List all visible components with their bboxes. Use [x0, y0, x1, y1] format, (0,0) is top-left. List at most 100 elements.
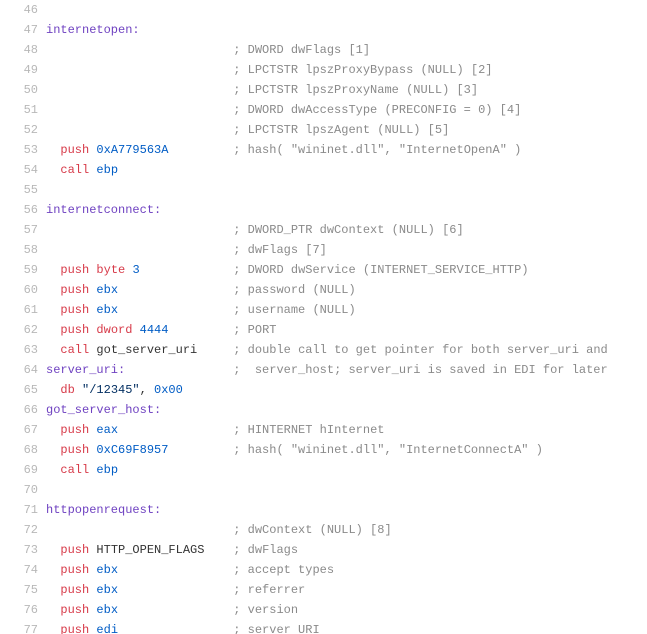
token-inst: push [60, 423, 89, 437]
token-space: , [140, 383, 154, 397]
line-number: 70 [0, 480, 46, 500]
token-comment: ; HINTERNET hInternet [233, 423, 384, 437]
token-num: 0xC69F8957 [96, 443, 168, 457]
token-comment: ; username (NULL) [233, 303, 355, 317]
token-space [46, 563, 60, 577]
token-comment: ; DWORD dwAccessType (PRECONFIG = 0) [4] [233, 103, 521, 117]
token-comment: ; dwFlags [7] [233, 243, 327, 257]
token-reg: edi [96, 623, 118, 634]
token-inst: push [60, 623, 89, 634]
code-content: push 0xC69F8957 ; hash( "wininet.dll", "… [46, 440, 647, 460]
code-line: 46 [0, 0, 647, 20]
token-comment: ; DWORD dwFlags [1] [233, 43, 370, 57]
token-ident: HTTP_OPEN_FLAGS [96, 543, 204, 557]
token-num: 3 [132, 263, 139, 277]
code-content: push edi ; server URI [46, 620, 647, 634]
code-line: 57 ; DWORD_PTR dwContext (NULL) [6] [0, 220, 647, 240]
line-number: 64 [0, 360, 46, 380]
code-content: db "/12345", 0x00 [46, 380, 647, 400]
code-line: 50 ; LPCTSTR lpszProxyName (NULL) [3] [0, 80, 647, 100]
token-space [46, 603, 60, 617]
code-content: ; dwFlags [7] [46, 240, 647, 260]
code-content: push ebx ; password (NULL) [46, 280, 647, 300]
code-block: 4647internetopen:48 ; DWORD dwFlags [1]4… [0, 0, 647, 634]
code-content: ; DWORD_PTR dwContext (NULL) [6] [46, 220, 647, 240]
code-line: 53 push 0xA779563A ; hash( "wininet.dll"… [0, 140, 647, 160]
code-line: 65 db "/12345", 0x00 [0, 380, 647, 400]
token-space [46, 423, 60, 437]
token-space [46, 143, 60, 157]
code-line: 62 push dword 4444 ; PORT [0, 320, 647, 340]
code-line: 69 call ebp [0, 460, 647, 480]
line-number: 61 [0, 300, 46, 320]
code-content: push HTTP_OPEN_FLAGS ; dwFlags [46, 540, 647, 560]
code-content: push byte 3 ; DWORD dwService (INTERNET_… [46, 260, 647, 280]
token-label: internetopen: [46, 23, 140, 37]
token-label: server_uri: [46, 363, 125, 377]
code-content: call ebp [46, 160, 647, 180]
line-number: 77 [0, 620, 46, 634]
token-str: "/12345" [82, 383, 140, 397]
token-space [46, 343, 60, 357]
line-number: 72 [0, 520, 46, 540]
line-number: 56 [0, 200, 46, 220]
token-space [46, 463, 60, 477]
code-line: 66got_server_host: [0, 400, 647, 420]
token-label: got_server_host: [46, 403, 161, 417]
token-reg: ebp [96, 163, 118, 177]
code-line: 58 ; dwFlags [7] [0, 240, 647, 260]
line-number: 57 [0, 220, 46, 240]
line-number: 65 [0, 380, 46, 400]
token-comment: ; referrer [233, 583, 305, 597]
code-line: 51 ; DWORD dwAccessType (PRECONFIG = 0) … [0, 100, 647, 120]
code-line: 75 push ebx ; referrer [0, 580, 647, 600]
code-content: server_uri: ; server_host; server_uri is… [46, 360, 647, 380]
line-number: 46 [0, 0, 46, 20]
code-content: push ebx ; version [46, 600, 647, 620]
token-inst: call [60, 463, 89, 477]
token-space [46, 583, 60, 597]
token-comment: ; DWORD dwService (INTERNET_SERVICE_HTTP… [233, 263, 528, 277]
token-inst: push [60, 563, 89, 577]
token-comment: ; LPCTSTR lpszProxyName (NULL) [3] [233, 83, 478, 97]
token-space [132, 323, 139, 337]
token-comment: ; PORT [233, 323, 276, 337]
token-label: internetconnect: [46, 203, 161, 217]
line-number: 67 [0, 420, 46, 440]
token-inst: push [60, 303, 89, 317]
token-inst: push [60, 323, 89, 337]
token-comment: ; accept types [233, 563, 334, 577]
code-content: push ebx ; username (NULL) [46, 300, 647, 320]
token-comment: ; password (NULL) [233, 283, 355, 297]
code-line: 74 push ebx ; accept types [0, 560, 647, 580]
token-dir: dword [96, 323, 132, 337]
line-number: 54 [0, 160, 46, 180]
code-line: 56internetconnect: [0, 200, 647, 220]
code-line: 71httpopenrequest: [0, 500, 647, 520]
token-space [46, 443, 60, 457]
token-dir: byte [96, 263, 125, 277]
token-space [46, 303, 60, 317]
line-number: 68 [0, 440, 46, 460]
code-line: 70 [0, 480, 647, 500]
code-content: call got_server_uri ; double call to get… [46, 340, 647, 360]
token-reg: ebx [96, 583, 118, 597]
token-reg: ebx [96, 303, 118, 317]
line-number: 51 [0, 100, 46, 120]
code-line: 60 push ebx ; password (NULL) [0, 280, 647, 300]
token-space [75, 383, 82, 397]
code-content: internetconnect: [46, 200, 647, 220]
line-number: 75 [0, 580, 46, 600]
code-line: 64server_uri: ; server_host; server_uri … [0, 360, 647, 380]
code-line: 55 [0, 180, 647, 200]
token-num: 0x00 [154, 383, 183, 397]
line-number: 73 [0, 540, 46, 560]
line-number: 58 [0, 240, 46, 260]
code-line: 61 push ebx ; username (NULL) [0, 300, 647, 320]
token-inst: push [60, 443, 89, 457]
token-space [46, 283, 60, 297]
line-number: 63 [0, 340, 46, 360]
token-reg: ebx [96, 283, 118, 297]
code-line: 73 push HTTP_OPEN_FLAGS ; dwFlags [0, 540, 647, 560]
code-line: 68 push 0xC69F8957 ; hash( "wininet.dll"… [0, 440, 647, 460]
